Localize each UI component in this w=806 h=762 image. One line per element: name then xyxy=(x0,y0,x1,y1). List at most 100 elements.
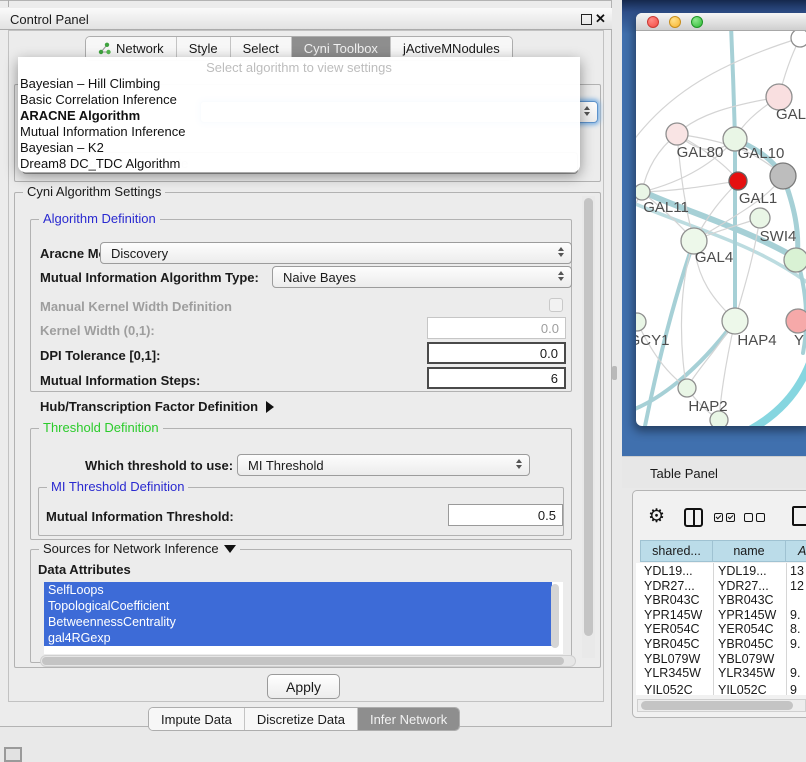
table-cell[interactable]: YDL19... xyxy=(718,564,784,579)
popup-item[interactable]: Mutual Information Inference xyxy=(18,124,580,140)
minimized-panel-icon[interactable] xyxy=(4,747,22,762)
aracne-mode-combo[interactable]: Discovery xyxy=(100,242,572,264)
node-gal11[interactable] xyxy=(636,184,650,200)
which-threshold-combo[interactable]: MI Threshold xyxy=(237,454,530,476)
node-hap4[interactable] xyxy=(722,308,748,334)
popup-item[interactable]: Dream8 DC_TDC Algorithm xyxy=(18,156,580,172)
node-gal80[interactable] xyxy=(666,123,688,145)
horizontal-scrollbar-thumb[interactable] xyxy=(42,657,564,665)
node-label: GAL11 xyxy=(643,199,689,216)
node-swi4[interactable] xyxy=(784,248,806,272)
group-title: Algorithm Definition xyxy=(39,211,160,226)
table-cell[interactable]: YDL19... xyxy=(644,564,710,579)
gear-icon[interactable]: ⚙ xyxy=(648,507,665,526)
tab-infer-network[interactable]: Infer Network xyxy=(358,708,459,730)
manual-kernel-checkbox[interactable] xyxy=(549,298,563,312)
minimize-traffic-light[interactable] xyxy=(669,16,681,28)
table-cell[interactable]: YLR345W xyxy=(644,666,710,681)
mi-type-combo[interactable]: Naive Bayes xyxy=(272,266,572,288)
table-cell[interactable]: YBR045C xyxy=(718,637,784,652)
select-all-checks-icon[interactable] xyxy=(714,513,735,522)
tab-discretize-data[interactable]: Discretize Data xyxy=(245,708,358,730)
close-traffic-light[interactable] xyxy=(647,16,659,28)
popup-item[interactable]: Bayesian – K2 xyxy=(18,140,580,156)
node-hap2[interactable] xyxy=(678,379,696,397)
apply-button[interactable]: Apply xyxy=(267,674,340,699)
table-cell[interactable]: YIL052C xyxy=(644,683,710,695)
attributes-scrollbar-thumb[interactable] xyxy=(551,584,559,648)
table-cell[interactable]: YBR043C xyxy=(718,593,784,608)
deselect-all-checks-icon[interactable] xyxy=(744,513,765,522)
table-cell[interactable]: YDR27... xyxy=(718,579,784,594)
expand-right-icon xyxy=(266,401,274,413)
popup-item[interactable]: Basic Correlation Inference xyxy=(18,92,580,108)
table-hscrollbar-thumb[interactable] xyxy=(641,701,793,710)
node-gray[interactable] xyxy=(770,163,796,189)
attribute-item[interactable]: BetweennessCentrality xyxy=(44,614,552,630)
group-title: Cyni Algorithm Settings xyxy=(23,184,165,199)
node-label: HAP4 xyxy=(737,332,776,349)
table-cell[interactable]: YER054C xyxy=(718,622,784,637)
dpi-tolerance-field[interactable]: 0.0 xyxy=(427,342,566,364)
attribute-item[interactable]: gal4RGexp xyxy=(44,630,552,646)
sources-toggle[interactable]: Sources for Network Inference xyxy=(39,541,240,556)
tab-impute-data[interactable]: Impute Data xyxy=(149,708,245,730)
clipboard-icon[interactable] xyxy=(792,506,806,526)
node-gcy1[interactable] xyxy=(636,313,646,331)
float-window-icon[interactable] xyxy=(581,14,592,25)
table-cell[interactable]: 13 xyxy=(790,564,806,579)
table-cell[interactable]: YBR045C xyxy=(644,637,710,652)
table-cell[interactable]: 9. xyxy=(790,608,806,623)
mi-threshold-field[interactable]: 0.5 xyxy=(448,504,563,526)
unchecked-box-icon xyxy=(756,513,765,522)
group-title: Threshold Definition xyxy=(39,420,163,435)
close-icon[interactable]: ✕ xyxy=(595,11,606,27)
table-cell[interactable]: 8. xyxy=(790,622,806,637)
popup-item-selected[interactable]: ARACNE Algorithm xyxy=(18,108,580,124)
network-canvas[interactable]: GAL GAL80 GAL10 GAL11 GAL1 GAL4 SWI4 GCY… xyxy=(636,31,806,426)
table-cell[interactable]: YPR145W xyxy=(718,608,784,623)
table-cell[interactable]: YLR345W xyxy=(718,666,784,681)
settings-scrollbar-thumb[interactable] xyxy=(584,198,593,636)
table-cell[interactable]: 9. xyxy=(790,666,806,681)
mi-steps-label: Mutual Information Steps: xyxy=(40,373,200,388)
table-cell[interactable]: YBL079W xyxy=(718,652,784,667)
table-cell[interactable]: YBL079W xyxy=(644,652,710,667)
zoom-traffic-light[interactable] xyxy=(691,16,703,28)
kernel-width-field[interactable]: 0.0 xyxy=(427,317,566,339)
attribute-item[interactable]: TopologicalCoefficient xyxy=(44,598,552,614)
stepper-icon xyxy=(516,459,522,469)
dpi-tolerance-label: DPI Tolerance [0,1]: xyxy=(40,348,160,363)
column-header-partial[interactable]: A xyxy=(786,540,806,562)
table-cell[interactable]: 9 xyxy=(790,683,806,695)
table-cell[interactable]: YDR27... xyxy=(644,579,710,594)
stepper-icon xyxy=(584,106,590,116)
popup-item[interactable]: Bayesian – Hill Climbing xyxy=(18,76,580,92)
network-window-titlebar[interactable] xyxy=(636,13,806,31)
hub-definition-toggle[interactable]: Hub/Transcription Factor Definition xyxy=(40,399,274,414)
table-cell[interactable]: YIL052C xyxy=(718,683,784,695)
table-cell[interactable]: YPR145W xyxy=(644,608,710,623)
table-cell[interactable] xyxy=(790,593,806,608)
table-cell[interactable]: YBR043C xyxy=(644,593,710,608)
unchecked-box-icon xyxy=(744,513,753,522)
attribute-item[interactable]: SelfLoops xyxy=(44,582,552,598)
mi-steps-field[interactable]: 6 xyxy=(427,367,566,389)
node-red[interactable] xyxy=(729,172,747,190)
manual-kernel-label: Manual Kernel Width Definition xyxy=(40,299,232,314)
column-header-name[interactable]: name xyxy=(713,540,786,562)
split-columns-icon[interactable] xyxy=(684,508,703,527)
node-gal1[interactable] xyxy=(750,208,770,228)
node-pink[interactable] xyxy=(786,309,806,333)
node-unlabeled[interactable] xyxy=(791,31,806,47)
table-cell[interactable]: YER054C xyxy=(644,622,710,637)
checked-box-icon xyxy=(726,513,735,522)
panel-splitter-grip[interactable] xyxy=(612,366,617,380)
table-cell[interactable]: 12 xyxy=(790,579,806,594)
table-cell[interactable] xyxy=(790,652,806,667)
node-label: SWI4 xyxy=(760,228,797,245)
column-header-shared-name[interactable]: shared... xyxy=(640,540,713,562)
table-cell[interactable]: 9. xyxy=(790,637,806,652)
data-attributes-list: SelfLoops TopologicalCoefficient Between… xyxy=(44,582,563,654)
group-title: MI Threshold Definition xyxy=(47,479,188,494)
